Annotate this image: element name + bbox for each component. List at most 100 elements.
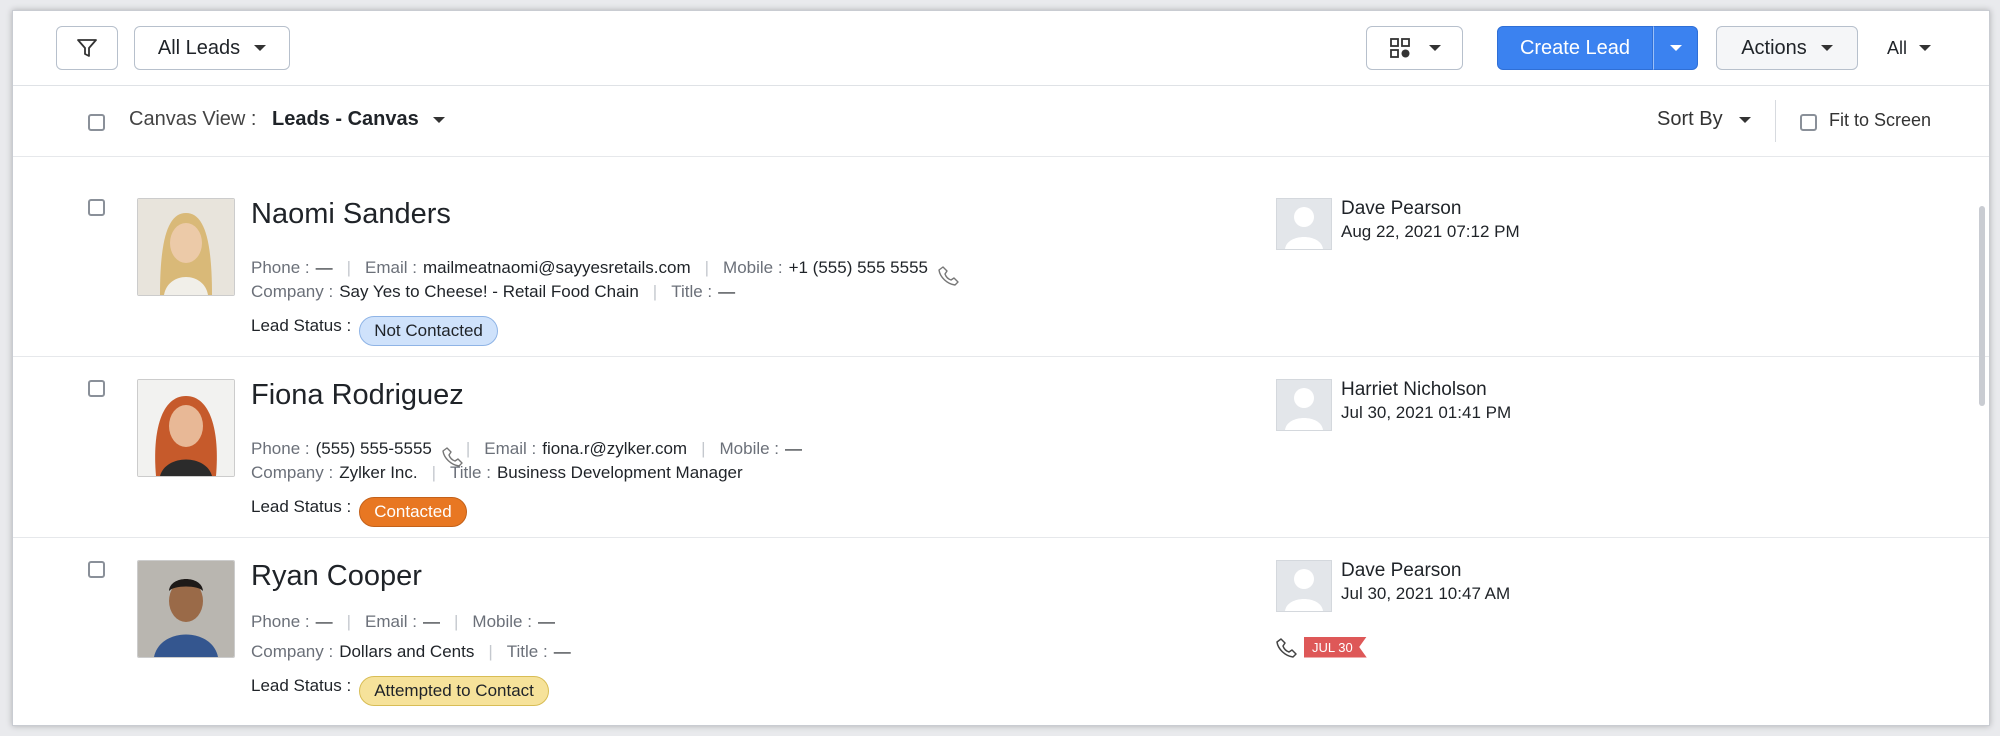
- select-all-checkbox[interactable]: [88, 114, 105, 131]
- mobile-label: Mobile :: [472, 612, 532, 631]
- all-filter-label: All: [1886, 37, 1907, 58]
- lead-photo: [137, 560, 235, 658]
- email-value[interactable]: fiona.r@zylker.com: [542, 439, 687, 459]
- modified-time: Jul 30, 2021 01:41 PM: [1341, 403, 1512, 422]
- field-separator: |: [431, 463, 437, 482]
- field-separator: |: [652, 282, 658, 301]
- phone-value: —: [315, 258, 333, 277]
- lead-name[interactable]: Ryan Cooper: [251, 560, 422, 593]
- company-line: Company : Dollars and Cents | Title : —: [251, 642, 571, 662]
- status-badge[interactable]: Contacted: [359, 497, 467, 527]
- title-value: —: [553, 642, 571, 661]
- email-label: Email :: [365, 612, 417, 631]
- owner-avatar: [1276, 560, 1332, 612]
- fit-to-screen-label: Fit to Screen: [1829, 110, 1932, 130]
- call-date-flag[interactable]: JUL 30: [1304, 636, 1367, 658]
- call-activity-tag[interactable]: JUL 30: [1276, 636, 1367, 658]
- field-separator: |: [346, 258, 352, 277]
- phone-value: —: [315, 612, 333, 631]
- canvas-view-selector[interactable]: Leads - Canvas: [272, 108, 445, 131]
- canvas-view-bar: Canvas View : Leads - Canvas Sort By Fit…: [13, 86, 1989, 157]
- field-separator: |: [454, 612, 459, 631]
- field-separator: |: [488, 642, 493, 661]
- chevron-down-icon: [1669, 45, 1682, 51]
- field-separator: |: [704, 258, 710, 277]
- owner-name[interactable]: Dave Pearson: [1341, 560, 1461, 582]
- lead-photo: [137, 379, 235, 477]
- create-lead-button[interactable]: Create Lead: [1497, 26, 1653, 70]
- company-value: Say Yes to Cheese! - Retail Food Chain: [339, 282, 639, 301]
- filter-icon: [77, 39, 97, 57]
- lead-checkbox[interactable]: [88, 561, 105, 578]
- owner-avatar: [1276, 198, 1332, 250]
- phone-label: Phone :: [251, 258, 310, 277]
- sort-by-label: Sort By: [1657, 108, 1723, 130]
- lead-status-line: Lead Status : Contacted: [251, 487, 467, 527]
- lead-status-label: Lead Status :: [251, 676, 352, 695]
- lead-card[interactable]: Ryan Cooper Phone : — | Email : — | Mobi…: [13, 540, 1989, 718]
- lead-status-label: Lead Status :: [251, 497, 352, 516]
- status-badge[interactable]: Attempted to Contact: [359, 676, 549, 706]
- company-label: Company :: [251, 282, 334, 301]
- field-separator: |: [701, 439, 706, 458]
- lead-name[interactable]: Naomi Sanders: [251, 198, 451, 231]
- company-label: Company :: [251, 463, 334, 482]
- fit-to-screen-checkbox[interactable]: [1800, 114, 1817, 131]
- lead-name[interactable]: Fiona Rodriguez: [251, 379, 464, 412]
- lead-card[interactable]: Naomi Sanders Phone : — | Email : mailme…: [13, 178, 1989, 357]
- chevron-down-icon: [432, 116, 445, 123]
- divider: [1775, 100, 1776, 142]
- mobile-value: +1 (555) 555 5555: [788, 258, 928, 277]
- actions-label: Actions: [1741, 36, 1807, 59]
- view-selector-dropdown[interactable]: All Leads: [134, 26, 290, 70]
- sort-by-dropdown[interactable]: Sort By: [1657, 108, 1751, 131]
- field-separator: |: [346, 612, 352, 631]
- email-value: —: [423, 612, 440, 631]
- title-label: Title :: [506, 642, 548, 661]
- filter-button[interactable]: [56, 26, 118, 70]
- company-line: Company : Zylker Inc. | Title : Business…: [251, 463, 743, 483]
- phone-label: Phone :: [251, 439, 310, 458]
- title-label: Title :: [671, 282, 713, 301]
- mobile-label: Mobile :: [723, 258, 783, 277]
- title-value: Business Development Manager: [496, 463, 743, 482]
- leads-canvas-window: All Leads Create Lead Actions All Canvas…: [12, 10, 1990, 726]
- owner-name[interactable]: Harriet Nicholson: [1341, 379, 1487, 401]
- title-value: —: [718, 282, 736, 301]
- company-value: Dollars and Cents: [339, 642, 475, 661]
- all-filter-dropdown[interactable]: All: [1871, 26, 1947, 70]
- chevron-down-icon: [1820, 45, 1833, 51]
- mobile-value: —: [537, 612, 555, 631]
- create-lead-dropdown-button[interactable]: [1653, 26, 1698, 70]
- phone-call-icon: [1276, 638, 1297, 658]
- mobile-value: —: [785, 439, 803, 458]
- lead-checkbox[interactable]: [88, 199, 105, 216]
- chevron-down-icon: [1738, 116, 1751, 123]
- status-badge[interactable]: Not Contacted: [359, 316, 498, 346]
- company-value: Zylker Inc.: [339, 463, 418, 482]
- company-label: Company :: [251, 642, 334, 661]
- phone-label: Phone :: [251, 612, 310, 631]
- lead-card[interactable]: Fiona Rodriguez Phone : (555) 555-5555 |…: [13, 359, 1989, 538]
- email-value[interactable]: mailmeatnaomi@sayyesretails.com: [423, 258, 691, 278]
- phone-call-icon[interactable]: [938, 264, 960, 286]
- toolbar: All Leads Create Lead Actions All: [13, 11, 1989, 86]
- mobile-label: Mobile :: [719, 439, 780, 458]
- actions-dropdown[interactable]: Actions: [1716, 26, 1858, 70]
- lead-checkbox[interactable]: [88, 380, 105, 397]
- vertical-scrollbar[interactable]: [1979, 206, 1985, 406]
- company-line: Company : Say Yes to Cheese! - Retail Fo…: [251, 282, 735, 302]
- view-mode-dropdown[interactable]: [1366, 26, 1463, 70]
- canvas-view-value: Leads - Canvas: [272, 108, 419, 130]
- phone-value: (555) 555-5555: [315, 439, 432, 458]
- field-separator: |: [465, 439, 471, 458]
- owner-name[interactable]: Dave Pearson: [1341, 198, 1461, 220]
- contact-line: Phone : — | Email : mailmeatnaomi@sayyes…: [251, 250, 960, 286]
- owner-avatar: [1276, 379, 1332, 431]
- view-selector-label: All Leads: [157, 36, 241, 59]
- modified-time: Aug 22, 2021 07:12 PM: [1341, 222, 1520, 241]
- title-label: Title :: [450, 463, 491, 482]
- contact-line: Phone : (555) 555-5555 | Email : fiona.r…: [251, 431, 802, 467]
- create-lead-label: Create Lead: [1519, 36, 1631, 59]
- lead-status-line: Lead Status : Not Contacted: [251, 306, 498, 346]
